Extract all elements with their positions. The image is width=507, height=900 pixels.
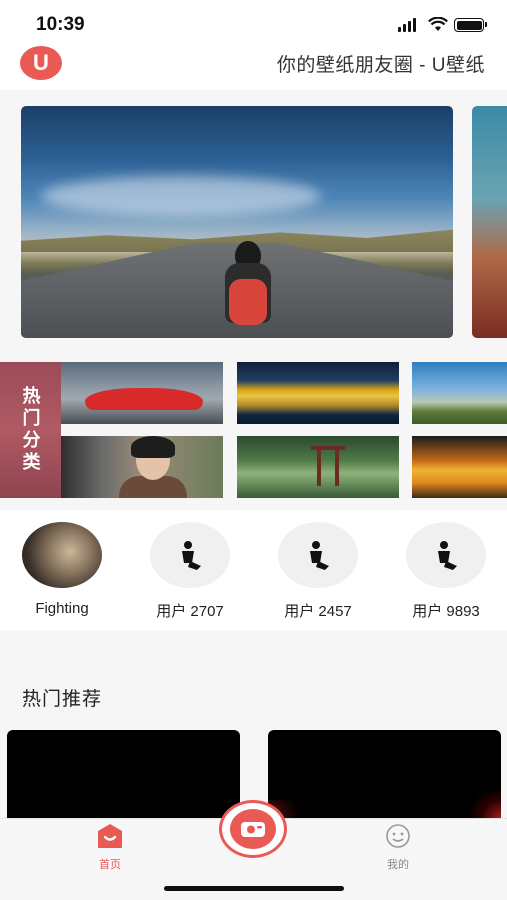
tab-home-label: 首页 [99,859,121,871]
battery-icon [454,18,487,32]
banner-carousel-next-item[interactable] [472,106,507,338]
category-thumbnail[interactable] [61,436,223,498]
home-indicator [164,886,344,891]
camera-icon-wrap [230,809,276,849]
avatar[interactable] [406,522,486,588]
section-title-hot-recommend: 热门推荐 [22,689,103,710]
camera-icon [241,822,265,837]
user-placeholder-icon [310,541,329,570]
user-name: 用户 2457 [284,603,352,620]
user-item[interactable]: 用户 2457 [270,522,360,622]
banner-carousel-item[interactable] [21,106,453,338]
wallpaper-card[interactable] [7,730,240,818]
cellular-signal-icon [398,18,416,32]
wifi-icon [428,17,448,31]
page-title: 你的壁纸朋友圈 - U壁纸 [276,55,485,76]
user-placeholder-icon [438,541,457,570]
user-item[interactable]: 用户 2707 [142,522,232,622]
face-icon [386,824,410,848]
status-time: 10:39 [36,14,85,35]
user-placeholder-icon [182,541,201,570]
banner-cloud [41,176,321,216]
main-content[interactable]: 热门分类 Fighting 用户 2707 用户 2457 用户 9893 热门… [0,90,507,818]
wallpaper-card[interactable] [268,730,501,818]
tab-me-label: 我的 [387,859,409,871]
user-name: 用户 2707 [156,603,224,620]
hot-categories-text: 热门分类 [20,386,41,474]
user-name: 用户 9893 [412,603,480,620]
user-list: Fighting 用户 2707 用户 2457 用户 9893 [0,510,507,630]
avatar[interactable] [150,522,230,588]
category-thumbnail[interactable] [412,362,507,424]
banner-figure [221,241,275,336]
user-item[interactable]: Fighting [14,522,104,622]
tab-home[interactable]: 首页 [80,823,140,872]
user-item[interactable]: 用户 9893 [398,522,488,622]
top-nav-bar: U 你的壁纸朋友圈 - U壁纸 [0,44,507,90]
category-thumbnail[interactable] [237,436,399,498]
hot-categories-label[interactable]: 热门分类 [0,362,61,498]
avatar[interactable] [278,522,358,588]
tab-me[interactable]: 我的 [368,823,428,872]
category-thumbnail[interactable] [237,362,399,424]
avatar[interactable] [22,522,102,588]
user-name: Fighting [35,600,89,617]
status-bar: 10:39 [0,0,507,44]
upload-button[interactable] [219,800,287,858]
home-icon [98,824,122,848]
category-thumbnail[interactable] [412,436,507,498]
app-logo[interactable]: U [20,46,62,80]
category-thumbnail[interactable] [61,362,223,424]
